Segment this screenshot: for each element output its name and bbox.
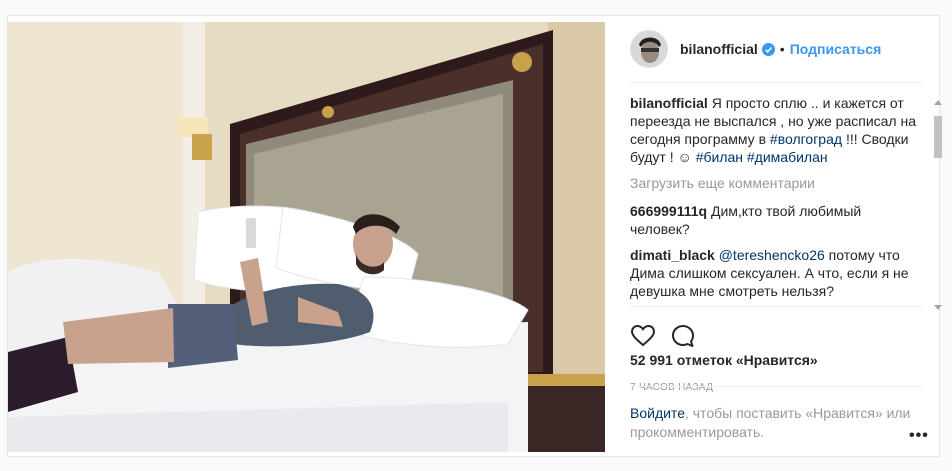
post-card: bilanofficial • Подписаться bilanofficia… bbox=[7, 15, 942, 457]
post-sidebar: bilanofficial • Подписаться bilanofficia… bbox=[613, 16, 942, 456]
hashtag-link[interactable]: #билан bbox=[696, 149, 743, 165]
login-prompt: Войдите, чтобы поставить «Нравится» или … bbox=[630, 386, 923, 442]
comment-bubble-icon[interactable] bbox=[670, 323, 696, 349]
photo-image bbox=[8, 22, 605, 452]
load-more-comments-button[interactable]: Загрузить еще комментарии bbox=[630, 174, 920, 192]
post-photo[interactable] bbox=[8, 22, 605, 452]
scroll-up-arrow-icon[interactable] bbox=[934, 100, 942, 105]
caption: bilanofficial Я просто сплю .. и кажется… bbox=[630, 94, 920, 166]
scroll-down-arrow-icon[interactable] bbox=[934, 305, 942, 310]
more-options-icon[interactable]: ••• bbox=[909, 427, 929, 445]
action-bar bbox=[630, 306, 923, 349]
header-separator: • bbox=[779, 41, 785, 57]
hashtag-link[interactable]: #димабилан bbox=[747, 149, 828, 165]
comment-item: 666999111q Дим,кто твой любимый человек? bbox=[630, 202, 920, 238]
avatar[interactable] bbox=[630, 30, 668, 68]
avatar-image bbox=[631, 31, 667, 67]
scrollbar-thumb[interactable] bbox=[934, 116, 942, 158]
comment-username[interactable]: dimati_black bbox=[630, 247, 715, 263]
comment-item: dimati_black @tereshencko26 потому что Д… bbox=[630, 246, 920, 300]
comments-scrollbar[interactable] bbox=[933, 98, 943, 312]
hashtag-link[interactable]: #волгоград bbox=[770, 131, 842, 147]
header-username[interactable]: bilanofficial bbox=[680, 41, 758, 57]
post-header: bilanofficial • Подписаться bbox=[630, 16, 923, 83]
verified-badge-icon bbox=[761, 42, 775, 56]
likes-count[interactable]: 52 991 отметок «Нравится» bbox=[630, 352, 818, 368]
comment-mention[interactable]: @tereshencko26 bbox=[719, 247, 825, 263]
comment-username[interactable]: 666999111q bbox=[630, 203, 707, 219]
heart-icon[interactable] bbox=[630, 323, 656, 349]
login-link[interactable]: Войдите bbox=[630, 405, 685, 421]
caption-username[interactable]: bilanofficial bbox=[630, 95, 708, 111]
comments-list[interactable]: bilanofficial Я просто сплю .. и кажется… bbox=[630, 94, 920, 300]
follow-button[interactable]: Подписаться bbox=[790, 41, 882, 57]
